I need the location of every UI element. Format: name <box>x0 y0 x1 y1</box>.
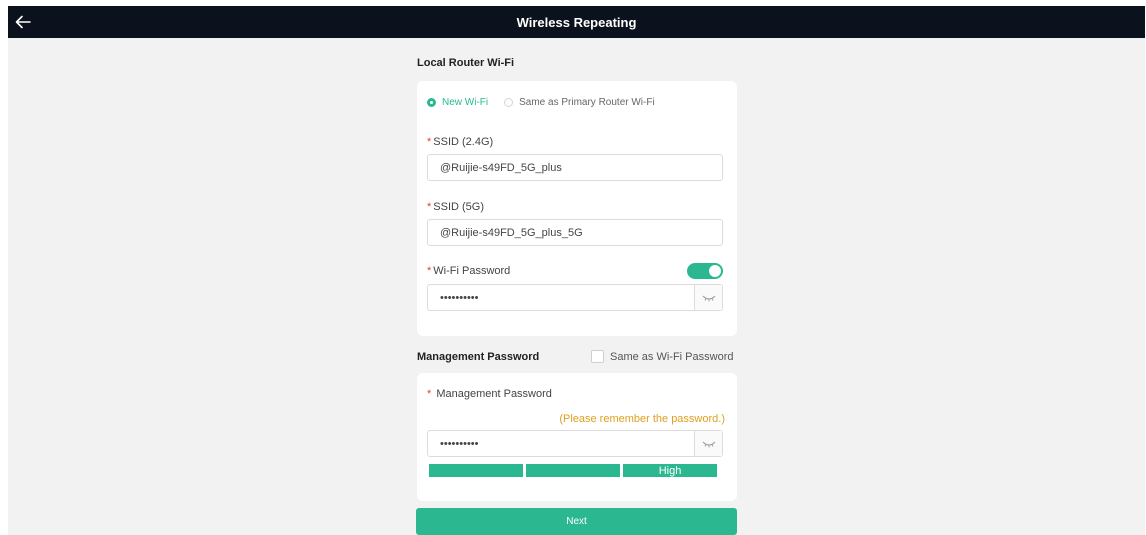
ssid-5-input[interactable]: @Ruijie-s49FD_5G_plus_5G <box>427 219 723 246</box>
wifi-password-label-text: Wi-Fi Password <box>433 265 511 277</box>
ssid-24-label: * SSID (2.4G) <box>427 136 493 148</box>
wifi-mode-radio-group: New Wi-Fi Same as Primary Router Wi-Fi <box>427 97 671 108</box>
strength-segment <box>526 464 620 477</box>
local-wifi-section-title: Local Router Wi-Fi <box>417 57 515 69</box>
management-card: * Management Password (Please remember t… <box>417 373 737 501</box>
management-password-input[interactable]: •••••••••• <box>427 430 723 457</box>
wifi-password-input[interactable]: •••••••••• <box>427 284 723 311</box>
same-as-wifi-label: Same as Wi-Fi Password <box>610 350 734 363</box>
radio-checked-icon <box>427 98 436 107</box>
back-button[interactable] <box>10 9 36 35</box>
arrow-left-icon <box>15 15 31 29</box>
wifi-password-value: •••••••••• <box>440 291 479 304</box>
ssid-24-label-text: SSID (2.4G) <box>433 136 494 148</box>
wifi-password-toggle[interactable] <box>687 263 723 279</box>
app-frame: Wireless Repeating Local Router Wi-Fi Ne… <box>8 6 1145 535</box>
required-asterisk: * <box>427 201 432 213</box>
required-asterisk: * <box>427 136 432 148</box>
top-bar: Wireless Repeating <box>8 6 1145 38</box>
required-asterisk: * <box>427 265 432 277</box>
radio-same-as-primary[interactable]: Same as Primary Router Wi-Fi <box>504 97 655 108</box>
checkbox-icon <box>591 350 604 363</box>
remember-password-hint: (Please remember the password.) <box>559 413 725 425</box>
wifi-password-label: * Wi-Fi Password <box>427 265 510 277</box>
radio-same-as-primary-label: Same as Primary Router Wi-Fi <box>519 97 655 108</box>
management-password-value: •••••••••• <box>440 437 479 450</box>
eye-closed-icon[interactable] <box>694 431 722 456</box>
radio-new-wifi-label: New Wi-Fi <box>442 97 489 108</box>
radio-unchecked-icon <box>504 98 514 107</box>
eye-closed-icon[interactable] <box>694 285 722 310</box>
management-section-title: Management Password <box>417 351 540 363</box>
same-as-wifi-checkbox[interactable]: Same as Wi-Fi Password <box>591 350 733 363</box>
next-button[interactable]: Next <box>416 508 737 535</box>
local-wifi-card: New Wi-Fi Same as Primary Router Wi-Fi *… <box>417 81 737 336</box>
required-asterisk: * <box>427 388 432 400</box>
strength-segment <box>429 464 523 477</box>
radio-new-wifi[interactable]: New Wi-Fi <box>427 97 488 108</box>
page-title: Wireless Repeating <box>516 14 637 30</box>
management-password-label: * Management Password <box>427 388 552 400</box>
ssid-5-label-text: SSID (5G) <box>433 201 485 213</box>
toggle-knob <box>709 265 721 277</box>
strength-segment-high: High <box>623 464 717 477</box>
management-password-label-text: Management Password <box>436 388 552 400</box>
password-strength-meter: High <box>429 464 720 477</box>
ssid-24-input[interactable]: @Ruijie-s49FD_5G_plus <box>427 154 723 181</box>
ssid-5-label: * SSID (5G) <box>427 201 484 213</box>
